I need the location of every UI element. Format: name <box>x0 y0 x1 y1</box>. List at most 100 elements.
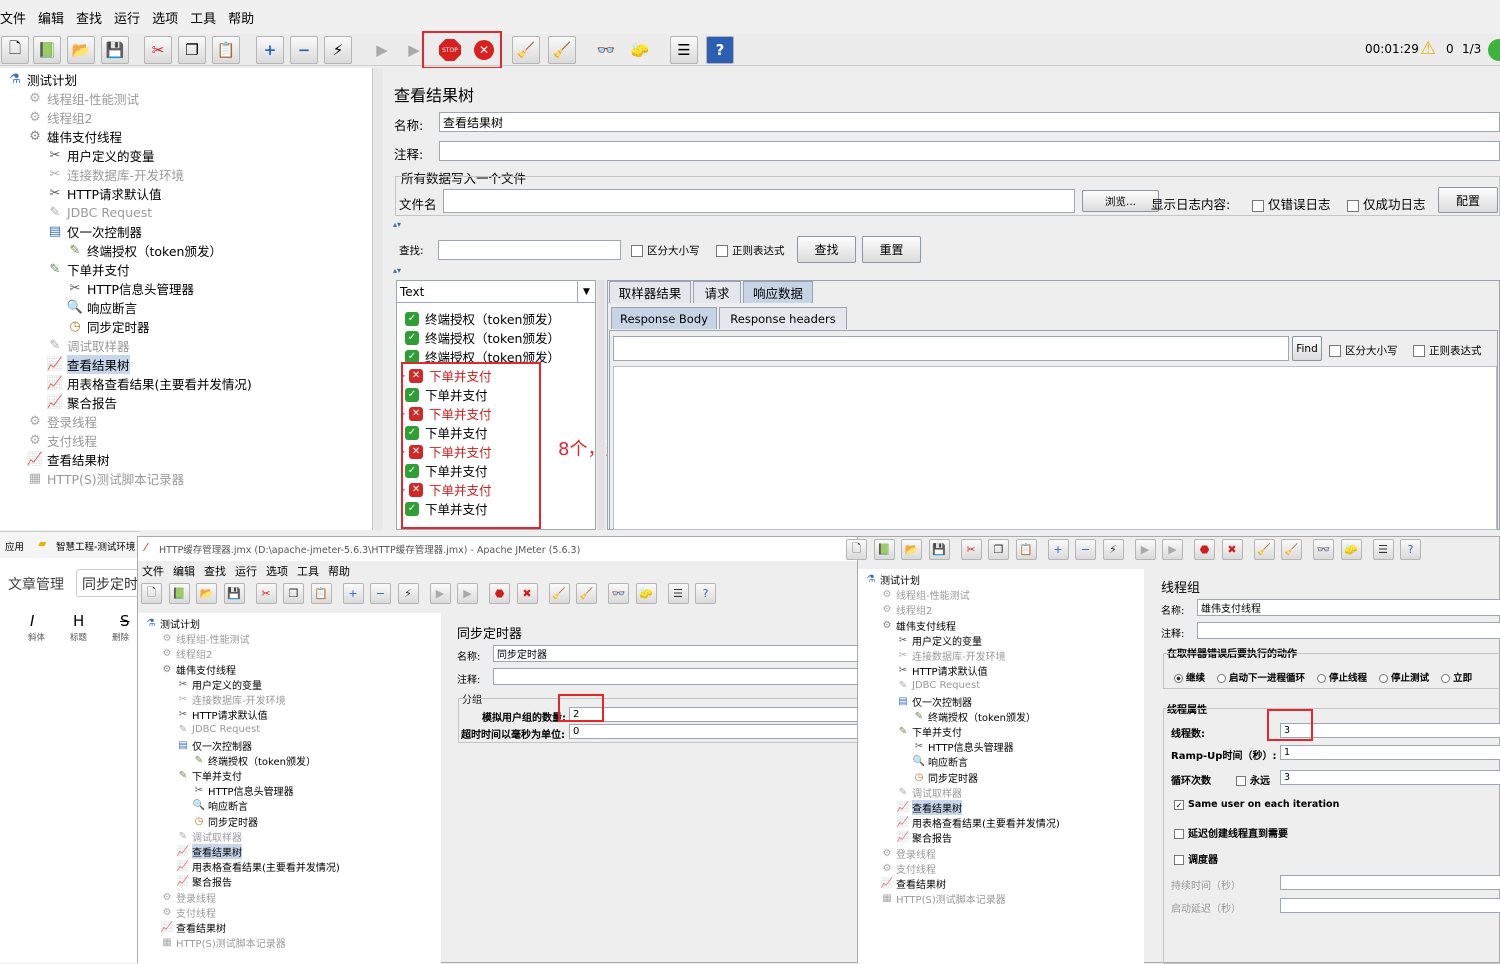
menu-item[interactable]: 查找 <box>76 8 102 27</box>
tree-node[interactable]: ✎ 终端授权（token颁发） <box>66 241 222 260</box>
tree-node[interactable]: ⚙ 支付线程 <box>880 861 936 876</box>
loops-field[interactable]: 3 <box>1280 770 1500 785</box>
stop-icon[interactable]: STOP <box>436 36 464 64</box>
errors-only-checkbox[interactable]: 仅错误日志 <box>1252 194 1331 213</box>
tree-node[interactable]: ▤ 仅一次控制器 <box>46 222 142 241</box>
warning-icon[interactable]: ⚠ <box>1420 38 1436 59</box>
tree-node[interactable]: ✂ 连接数据库-开发环境 <box>896 648 1006 663</box>
menu-item[interactable]: 文件 <box>142 563 164 579</box>
menu-item[interactable]: 选项 <box>266 563 288 579</box>
menu-item[interactable]: 查找 <box>204 563 226 579</box>
tree-node[interactable]: ◷ 同步定时器 <box>192 814 258 829</box>
tree-node[interactable]: 📈 查看结果树 <box>176 844 242 859</box>
menu-item[interactable]: 编辑 <box>173 563 195 579</box>
start-no-pause-icon[interactable]: ▶ <box>457 583 478 604</box>
tree-node[interactable]: 🔍 响应断言 <box>66 298 137 317</box>
save-icon[interactable]: 💾 <box>101 36 129 64</box>
tree-node[interactable]: ⚙ 雄伟支付线程 <box>160 662 236 677</box>
cut-icon[interactable]: ✂ <box>960 539 982 560</box>
test-plan-tree-2[interactable]: ⚗ 测试计划 ⚙ 线程组-性能测试 ⚙ 线程组2 ⚙ 雄伟支付线程 ✂ 用户定义的变量 ✂ 连接数据库… <box>138 613 441 964</box>
stop-icon[interactable]: ⬣ <box>489 583 510 604</box>
open-icon[interactable]: 📂 <box>196 583 217 604</box>
tree-node[interactable]: ⚙ 支付线程 <box>160 905 216 920</box>
tree-node[interactable]: ✂ 用户定义的变量 <box>176 677 262 692</box>
toggle-icon[interactable]: ⚡ <box>324 36 352 64</box>
tree-node[interactable]: ✎ 调试取样器 <box>46 336 130 355</box>
tree-node[interactable]: ⚙ 线程组2 <box>880 602 933 617</box>
tree-node[interactable]: ✂ HTTP信息头管理器 <box>66 279 194 298</box>
tree-node[interactable]: 📈 查看结果树 <box>46 355 130 374</box>
start-icon[interactable]: ▶ <box>429 583 451 604</box>
binoculars-icon[interactable]: 👓 <box>608 583 629 604</box>
tab-response-body[interactable]: Response Body <box>611 307 717 329</box>
tree-node[interactable]: ✎ 终端授权（token颁发） <box>912 709 1036 724</box>
tree-node[interactable]: ✎ 下单并支付 <box>896 724 962 739</box>
save-icon[interactable]: 💾 <box>223 583 245 604</box>
menu-item[interactable]: 工具 <box>297 563 319 579</box>
tree-node[interactable]: ✂ HTTP信息头管理器 <box>912 739 1014 754</box>
toggle-icon[interactable]: ⚡ <box>397 583 419 604</box>
splitter[interactable] <box>373 68 383 530</box>
tab-response-headers[interactable]: Response headers <box>719 307 847 329</box>
search-button[interactable]: 查找 <box>797 236 856 263</box>
startup-field[interactable] <box>1280 898 1500 913</box>
clear-all-icon[interactable]: 🧹 <box>548 36 576 64</box>
test-plan-tree-3[interactable]: ⚗ 测试计划 ⚙ 线程组-性能测试 ⚙ 线程组2 ⚙ 雄伟支付线程 ✂ 用户定义的变量 ✂ 连接数据库… <box>858 569 1144 964</box>
on-error-radio[interactable]: 停止测试 <box>1379 670 1429 684</box>
tree-node[interactable]: ✎ JDBC Request <box>176 722 260 737</box>
find-button[interactable]: Find <box>1292 336 1322 361</box>
rampup-field[interactable]: 1 <box>1280 745 1500 760</box>
stop-icon[interactable]: ⬣ <box>1194 539 1215 560</box>
tab-sampler-result[interactable]: 取样器结果 <box>609 281 691 303</box>
apps-link[interactable]: 应用 <box>5 539 24 553</box>
delay-checkbox[interactable]: 延迟创建线程直到需要 <box>1174 825 1288 840</box>
bookmark-link[interactable]: 智慧工程-测试环境 <box>56 539 135 553</box>
timeout-field[interactable]: 0 <box>569 724 860 739</box>
tree-node[interactable]: 📈 查看结果树 <box>26 450 110 469</box>
menu-item[interactable]: 文件 <box>0 8 26 27</box>
tree-node[interactable]: ▤ 仅一次控制器 <box>896 694 972 709</box>
toggle-icon[interactable]: ⚡ <box>1102 539 1124 560</box>
tree-node[interactable]: ⚗ 测试计划 <box>6 70 77 89</box>
clear-all-icon[interactable]: 🧹 <box>576 583 597 604</box>
tree-node[interactable]: ✂ 连接数据库-开发环境 <box>176 692 286 707</box>
start-icon[interactable]: ▶ <box>1134 539 1156 560</box>
tree-node[interactable]: 📈 查看结果树 <box>160 920 226 935</box>
tree-node[interactable]: 📈 聚合报告 <box>176 874 232 889</box>
tree-node[interactable]: ⚙ 线程组-性能测试 <box>880 587 970 602</box>
tree-node[interactable]: ⚙ 线程组-性能测试 <box>160 631 250 646</box>
tree-node[interactable]: ✎ JDBC Request <box>896 678 980 693</box>
tree-node[interactable]: ⚙ 线程组2 <box>160 646 213 661</box>
help-icon[interactable]: ? <box>1400 539 1421 560</box>
paste-icon[interactable]: 📋 <box>310 583 332 604</box>
chevron-down-icon[interactable]: ▼ <box>577 281 595 302</box>
tab-request[interactable]: 请求 <box>693 281 741 303</box>
function-helper-icon[interactable]: ☰ <box>1372 539 1394 560</box>
tree-node[interactable]: ✎ 调试取样器 <box>176 829 242 844</box>
tree-node[interactable]: ⚙ 登录线程 <box>26 412 97 431</box>
menu-item[interactable]: 选项 <box>152 8 178 27</box>
duration-field[interactable] <box>1280 875 1500 890</box>
function-helper-icon[interactable]: ☰ <box>670 36 698 64</box>
tree-node[interactable]: ▦ HTTP(S)测试脚本记录器 <box>880 891 1005 906</box>
tree-node[interactable]: ✎ 终端授权（token颁发） <box>192 753 316 768</box>
cut-icon[interactable]: ✂ <box>144 36 172 64</box>
expand-icon[interactable]: + <box>342 583 364 604</box>
comment-field[interactable] <box>439 141 1500 161</box>
response-text[interactable] <box>613 366 1497 530</box>
result-item[interactable]: ✓ 终端授权（token颁发） <box>405 328 560 347</box>
menu-item[interactable]: 帮助 <box>328 563 350 579</box>
timer-comment-field[interactable] <box>493 668 860 685</box>
find-regex-checkbox[interactable]: 正则表达式 <box>1413 343 1482 358</box>
success-only-checkbox[interactable]: 仅成功日志 <box>1347 194 1426 213</box>
case-checkbox[interactable]: 区分大小写 <box>631 243 700 258</box>
collapse-arrows-icon[interactable]: ▴▾ <box>393 220 401 229</box>
tree-node[interactable]: ✂ HTTP请求默认值 <box>896 663 988 678</box>
configure-button[interactable]: 配置 <box>1438 187 1498 213</box>
tree-node[interactable]: ⚙ 支付线程 <box>26 431 97 450</box>
save-icon[interactable]: 💾 <box>928 539 950 560</box>
collapse-icon[interactable]: − <box>290 36 318 64</box>
paste-icon[interactable]: 📋 <box>212 36 240 64</box>
tg-name-field[interactable]: 雄伟支付线程 <box>1197 599 1500 616</box>
tab-response-data[interactable]: 响应数据 <box>743 281 813 303</box>
